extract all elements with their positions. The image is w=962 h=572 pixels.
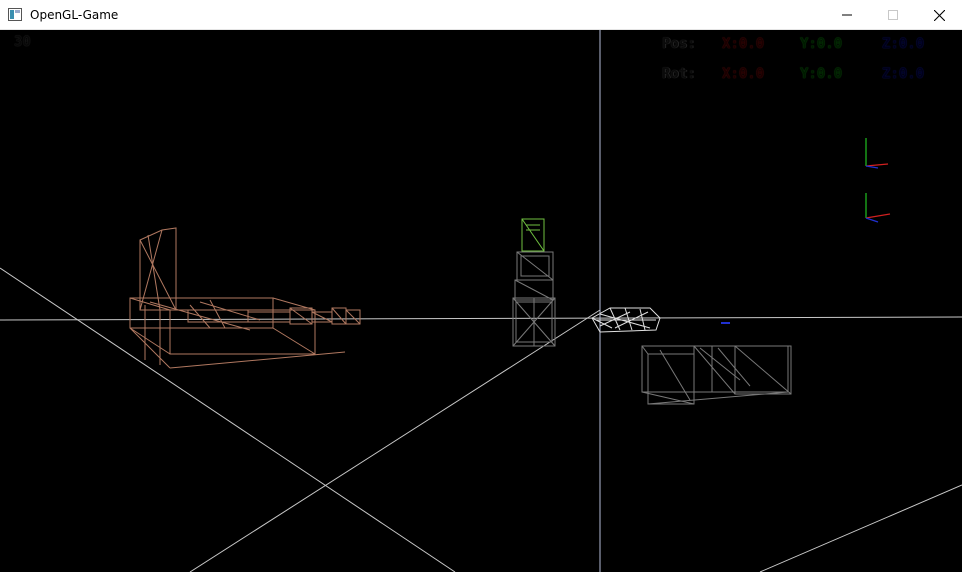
maximize-button[interactable]	[870, 0, 916, 30]
stacked-crates	[512, 251, 556, 347]
fps-counter: 30	[14, 34, 31, 50]
green-crate	[521, 218, 545, 252]
window-title: OpenGL-Game	[30, 8, 119, 22]
minimize-icon	[842, 14, 852, 16]
ground-grid	[0, 267, 962, 572]
hud-pos-label: Pos:	[662, 36, 696, 52]
floor-boxes	[641, 345, 792, 405]
hud-rot-z: Z:0.0	[882, 66, 925, 82]
close-icon	[933, 9, 945, 21]
axis-gizmo-bottom	[865, 193, 891, 223]
maximize-icon	[888, 10, 898, 20]
hud-rot-x: X:0.0	[722, 66, 765, 82]
app-window-icon	[8, 8, 22, 21]
hud-pos-x: X:0.0	[722, 36, 765, 52]
hud-rot-y: Y:0.0	[800, 66, 843, 82]
hud-rotation-row: Rot: X:0.0 Y:0.0 Z:0.0	[662, 65, 952, 83]
white-wireframe-model	[591, 307, 661, 333]
axis-gizmo-top	[865, 138, 889, 169]
game-window: OpenGL-Game 30 Pos: X:0.0 Y:0.0 Z:0.0 Ro…	[0, 0, 962, 572]
hud-pos-y: Y:0.0	[800, 36, 843, 52]
title-bar[interactable]: OpenGL-Game	[0, 0, 962, 30]
minimize-button[interactable]	[824, 0, 870, 30]
brown-wireframe-building	[129, 227, 361, 369]
scene-canvas	[0, 30, 962, 572]
hud-rot-label: Rot:	[662, 66, 696, 82]
hud-pos-z: Z:0.0	[882, 36, 925, 52]
game-viewport[interactable]: 30 Pos: X:0.0 Y:0.0 Z:0.0 Rot: X:0.0 Y:0…	[0, 30, 962, 572]
close-button[interactable]	[916, 0, 962, 30]
hud-position-row: Pos: X:0.0 Y:0.0 Z:0.0	[662, 35, 952, 53]
